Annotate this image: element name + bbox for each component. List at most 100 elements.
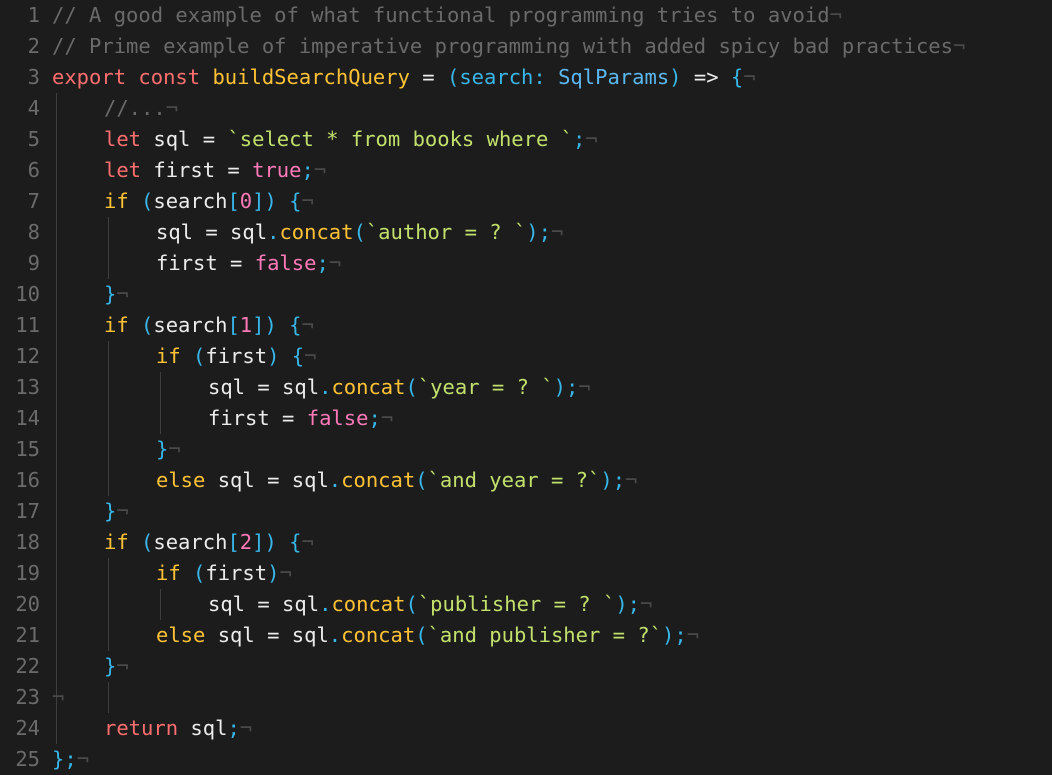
code-line[interactable]: 16 else sql = sql.concat(`and year = ?`);… xyxy=(0,465,1052,496)
code-line[interactable]: 25};¬ xyxy=(0,744,1052,775)
code-text: if (search[1]) {¬ xyxy=(104,310,314,341)
code-line[interactable]: 8 sql = sql.concat(`author = ? `);¬ xyxy=(0,217,1052,248)
code-line[interactable]: 10}¬ xyxy=(0,279,1052,310)
code-text: first = false;¬ xyxy=(208,403,393,434)
code-text: sql = sql.concat(`year = ? `);¬ xyxy=(208,372,591,403)
code-token: SqlParams xyxy=(558,65,670,89)
code-line[interactable]: 6 let first = true;¬ xyxy=(0,155,1052,186)
code-line[interactable]: 12 if (first) {¬ xyxy=(0,341,1052,372)
code-token: [ xyxy=(227,530,240,554)
line-number: 12 xyxy=(15,344,40,368)
code-line[interactable]: 3 export const buildSearchQuery = (search… xyxy=(0,62,1052,93)
code-token: sql = sql xyxy=(205,468,329,492)
code-token: concat xyxy=(341,623,416,647)
code-token: . xyxy=(328,468,342,492)
code-token: ) xyxy=(600,468,613,492)
end-of-line-marker: ¬ xyxy=(686,623,700,647)
code-token: { xyxy=(289,530,302,554)
code-line[interactable]: 13 sql = sql.concat(`year = ? `);¬ xyxy=(0,372,1052,403)
code-line[interactable]: 19 if (first)¬ xyxy=(0,558,1052,589)
code-editor[interactable]: 1 // A good example of what functional pr… xyxy=(0,0,1052,775)
line-number: 13 xyxy=(15,375,40,399)
code-token: ) xyxy=(669,65,682,89)
code-token: concat xyxy=(279,220,354,244)
code-token: search xyxy=(153,189,228,213)
code-token: first xyxy=(205,344,268,368)
line-number: 2 xyxy=(27,34,40,58)
code-token: ] xyxy=(252,189,265,213)
end-of-line-marker: ¬ xyxy=(952,34,966,58)
code-line[interactable]: 20 sql = sql.concat(`publisher = ? `);¬ xyxy=(0,589,1052,620)
code-token: ( xyxy=(353,220,366,244)
end-of-line-marker: ¬ xyxy=(578,375,591,399)
code-line[interactable]: 15}¬ xyxy=(0,434,1052,465)
end-of-line-marker: ¬ xyxy=(585,127,598,151)
code-line[interactable]: 9 first = false;¬ xyxy=(0,248,1052,279)
code-token: search xyxy=(153,530,228,554)
code-token: => xyxy=(681,65,731,89)
code-token: } xyxy=(104,499,117,523)
end-of-line-marker: ¬ xyxy=(279,561,292,585)
code-line[interactable]: 5 let sql = `select * from books where `;… xyxy=(0,124,1052,155)
code-line[interactable]: 2 // Prime example of imperative programm… xyxy=(0,31,1052,62)
code-token: { xyxy=(730,65,744,89)
code-token: = xyxy=(409,65,447,89)
line-number: 9 xyxy=(27,251,40,275)
code-line[interactable]: 4 //...¬ xyxy=(0,93,1052,124)
code-line[interactable]: 7 if (search[0]) {¬ xyxy=(0,186,1052,217)
code-line[interactable]: 17}¬ xyxy=(0,496,1052,527)
end-of-line-marker: ¬ xyxy=(313,158,327,182)
line-number: 23 xyxy=(15,685,40,709)
code-line[interactable]: 24 return sql;¬ xyxy=(0,713,1052,744)
code-line[interactable]: 1 // A good example of what functional pr… xyxy=(0,0,1052,31)
code-text: //...¬ xyxy=(104,93,178,124)
code-token: ) xyxy=(615,592,628,616)
code-token: ) xyxy=(264,313,277,337)
line-number: 7 xyxy=(27,189,40,213)
code-text: if (first)¬ xyxy=(156,558,292,589)
code-token: else xyxy=(156,623,206,647)
code-text: export const buildSearchQuery = (search:… xyxy=(52,62,756,93)
code-token: sql = sql xyxy=(208,375,320,399)
code-token: search xyxy=(459,65,534,89)
code-token: sql = sql xyxy=(208,592,320,616)
code-token: ; xyxy=(538,220,551,244)
code-token: sql = sql xyxy=(205,623,329,647)
code-token: [ xyxy=(227,313,240,337)
code-token: 2 xyxy=(239,530,253,554)
code-token: concat xyxy=(331,375,406,399)
line-number: 17 xyxy=(15,499,40,523)
code-line[interactable]: 18 if (search[2]) {¬ xyxy=(0,527,1052,558)
code-token: true xyxy=(252,158,302,182)
code-text: // Prime example of imperative programmi… xyxy=(52,31,965,62)
code-token: sql = xyxy=(141,127,228,151)
code-token: ] xyxy=(252,530,265,554)
code-token: if xyxy=(156,344,181,368)
code-token: [ xyxy=(227,189,240,213)
code-line[interactable]: 22}¬ xyxy=(0,651,1052,682)
code-token: 0 xyxy=(239,189,253,213)
line-number: 22 xyxy=(15,654,40,678)
code-line[interactable]: 21 else sql = sql.concat(`and publisher =… xyxy=(0,620,1052,651)
code-line[interactable]: 11 if (search[1]) {¬ xyxy=(0,310,1052,341)
code-token: ) xyxy=(662,623,675,647)
code-token: false xyxy=(254,251,317,275)
line-number: 25 xyxy=(15,747,40,771)
line-number: 19 xyxy=(15,561,40,585)
code-line[interactable]: 14 first = false;¬ xyxy=(0,403,1052,434)
code-line[interactable]: 23 ¬ xyxy=(0,682,1052,713)
end-of-line-marker: ¬ xyxy=(165,96,179,120)
code-text: sql = sql.concat(`author = ? `);¬ xyxy=(156,217,563,248)
code-token: ) xyxy=(264,189,277,213)
code-token: ) xyxy=(267,561,280,585)
code-token: return xyxy=(104,716,179,740)
line-number: 20 xyxy=(15,592,40,616)
line-number: 4 xyxy=(27,96,40,120)
end-of-line-marker: ¬ xyxy=(328,251,342,275)
code-token: ; xyxy=(316,251,329,275)
code-token: ) xyxy=(526,220,539,244)
line-number: 8 xyxy=(27,220,40,244)
